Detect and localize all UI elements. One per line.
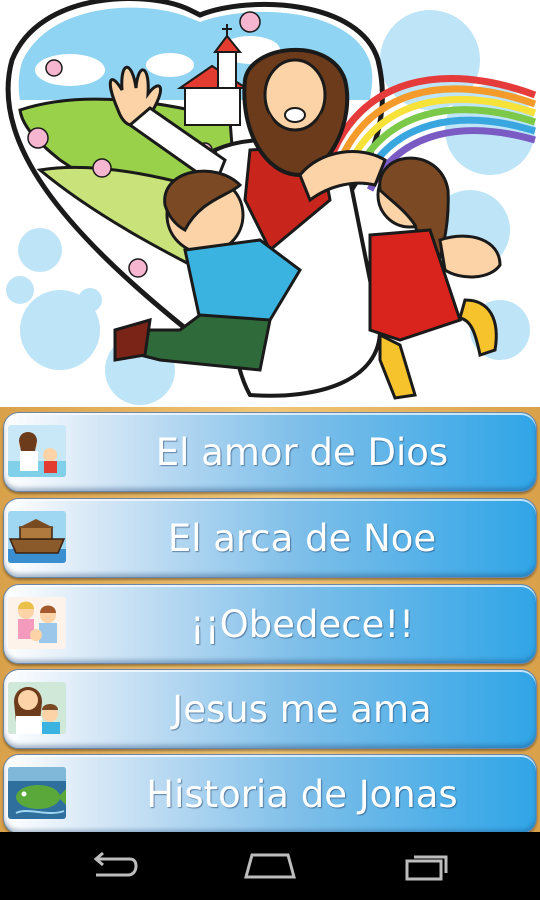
recent-apps-button[interactable]: [378, 832, 478, 900]
story-label: Jesus me ama: [172, 687, 432, 731]
home-button[interactable]: [220, 832, 320, 900]
story-button-jesus-me-ama[interactable]: Jesus me ama: [3, 669, 537, 749]
jesus-loves-thumbnail-icon: [8, 425, 66, 477]
jonah-whale-thumbnail-icon: [8, 767, 66, 819]
story-label: El amor de Dios: [155, 430, 449, 474]
story-label: Historia de Jonas: [146, 772, 458, 816]
header-illustration: [0, 0, 540, 407]
story-button-el-arca-de-noe[interactable]: El arca de Noe: [3, 498, 537, 578]
story-button-el-amor-de-dios[interactable]: El amor de Dios: [3, 412, 537, 492]
story-list: El amor de Dios El arca de Noe ¡¡Obedece…: [0, 407, 540, 834]
story-label: El arca de Noe: [167, 516, 437, 560]
recent-apps-icon: [405, 855, 448, 881]
noah-ark-thumbnail-icon: [8, 511, 66, 563]
story-label: ¡¡Obedece!!: [189, 602, 415, 646]
jesus-with-children-illustration: [5, 0, 537, 405]
story-button-obedece[interactable]: ¡¡Obedece!!: [3, 584, 537, 664]
story-button-historia-de-jonas[interactable]: Historia de Jonas: [3, 754, 537, 834]
home-icon: [244, 853, 296, 879]
obey-family-thumbnail-icon: [8, 597, 66, 649]
back-icon: [93, 851, 138, 877]
jesus-child-thumbnail-icon: [8, 682, 66, 734]
back-button[interactable]: [62, 832, 162, 900]
navigation-bar: [0, 832, 540, 900]
